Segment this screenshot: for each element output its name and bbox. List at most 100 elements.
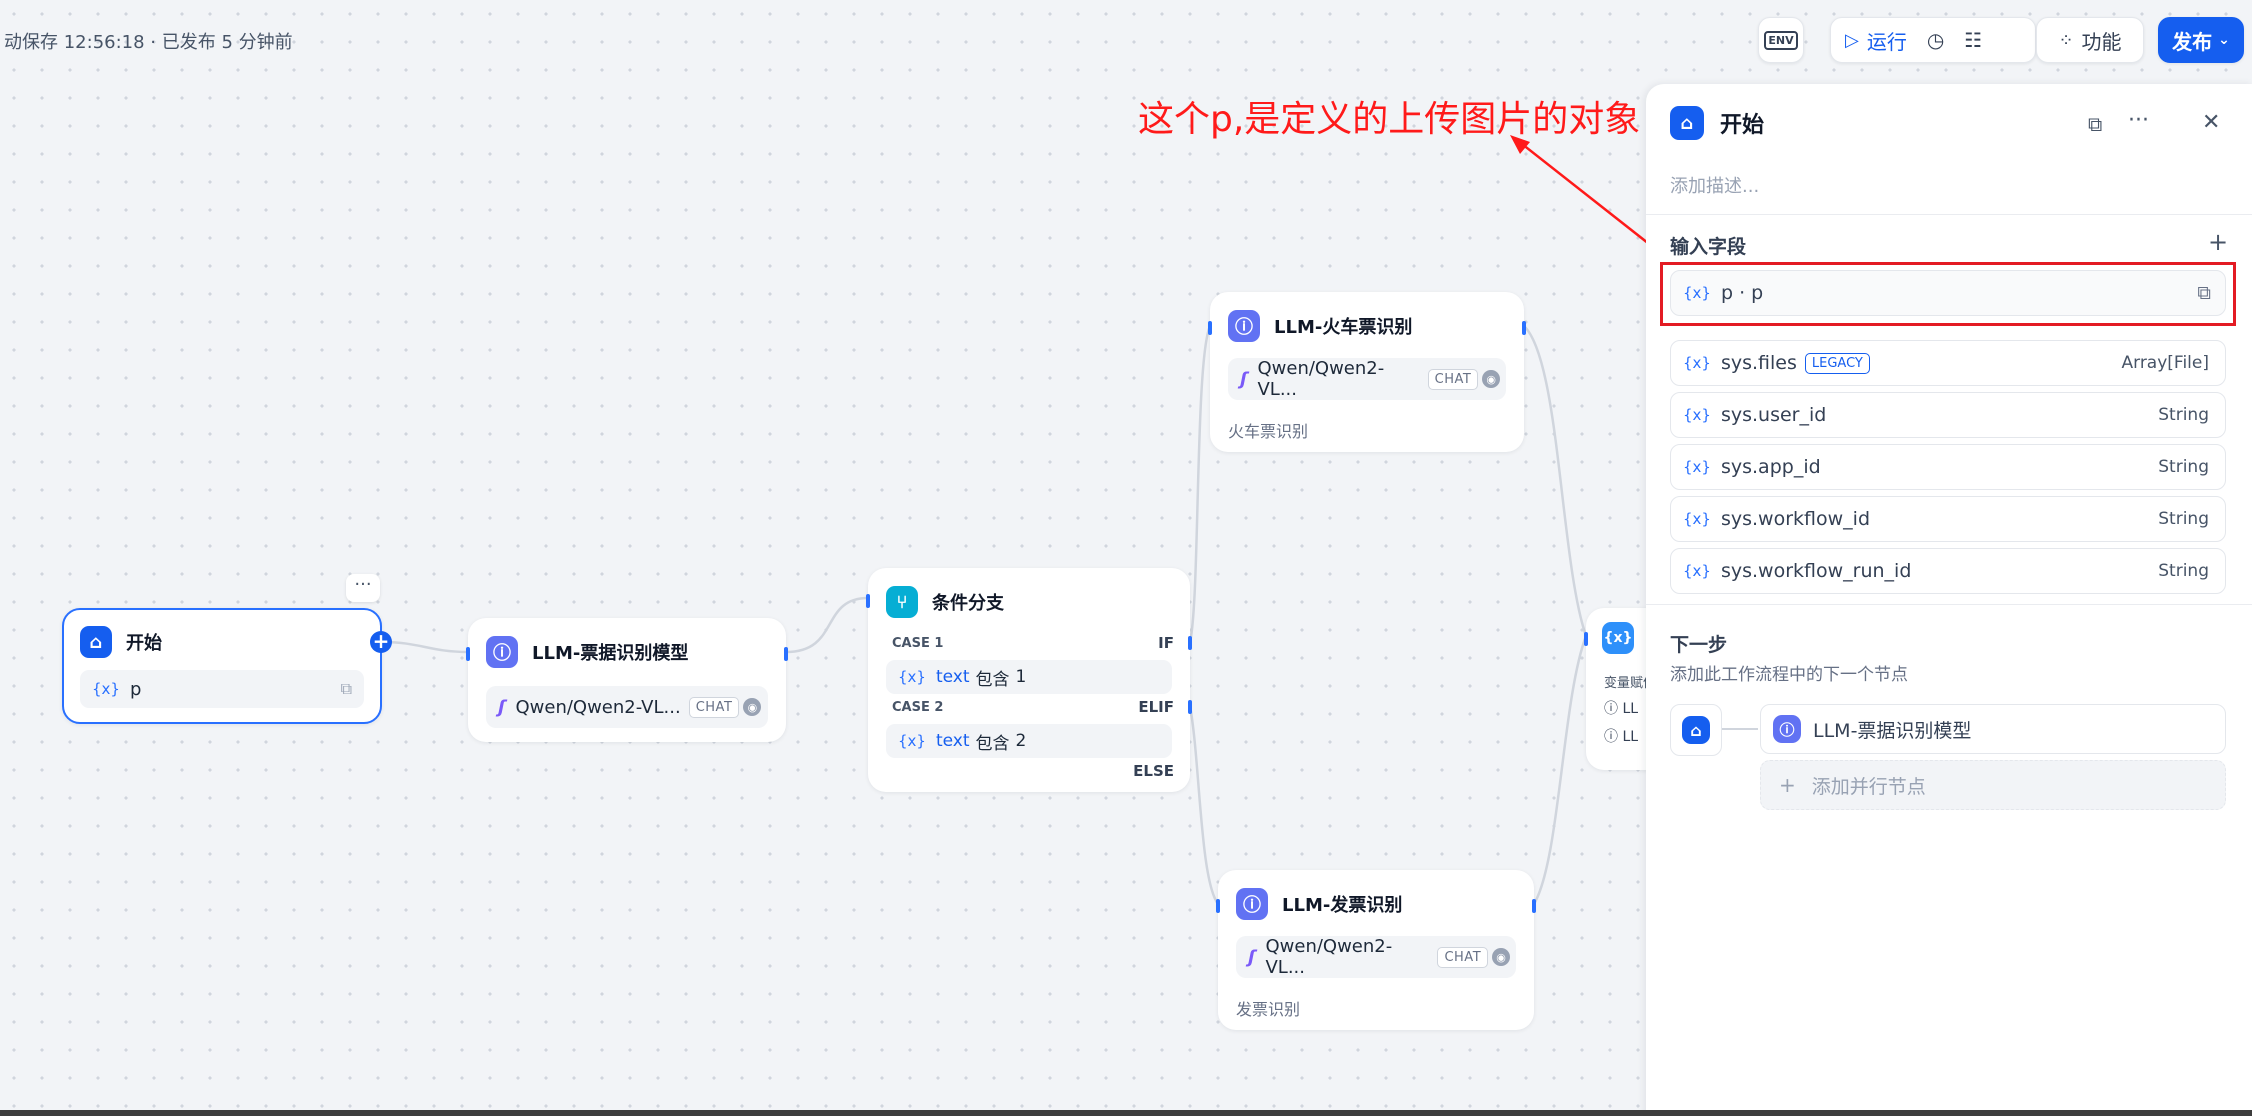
panel-title: 开始 [1720, 113, 1765, 138]
node-description: 发票识别 [1236, 1000, 1301, 1019]
variable-icon: {x} [1683, 458, 1711, 476]
field-type: String [2158, 561, 2209, 581]
model-selector[interactable]: ʃ Qwen/Qwen2-VL... CHAT ◉ [1228, 358, 1506, 400]
node-title: 开始 [126, 633, 162, 654]
more-icon[interactable]: ··· [2128, 108, 2149, 133]
chat-badge: CHAT [1437, 946, 1489, 968]
condition-var: text [935, 667, 970, 687]
field-row[interactable]: {x} p · p ⧉ [1670, 270, 2226, 316]
variable-icon: {x} [898, 732, 926, 750]
field-name: p · p [1720, 282, 1764, 304]
next-step-label: 下一步 [1670, 634, 1728, 656]
model-selector[interactable]: ʃ Qwen/Qwen2-VL... CHAT ◉ [486, 686, 768, 728]
node-handle[interactable] [866, 594, 870, 608]
llm-icon: ⓘ [1604, 729, 1623, 745]
start-node[interactable]: ⌂ 开始 {x} p ⧉ [62, 608, 382, 724]
if-label: IF [1158, 634, 1174, 652]
add-parallel-label: 添加并行节点 [1811, 775, 1926, 798]
condition-value: 1 [1015, 667, 1027, 687]
history-icon[interactable]: ◷ [1927, 28, 1944, 52]
next-step-desc: 添加此工作流程中的下一个节点 [1670, 665, 1908, 685]
llm-icon: ⓘ [1228, 310, 1260, 342]
field-row[interactable]: {x} sys.workflow_id String [1670, 496, 2226, 542]
elif-label: ELIF [1138, 698, 1174, 716]
field-type: String [2158, 405, 2209, 425]
node-handle[interactable] [1584, 632, 1588, 646]
node-title: LLM-票据识别模型 [532, 643, 689, 664]
next-node-name: LLM-票据识别模型 [1813, 719, 1972, 742]
input-fields-label: 输入字段 [1670, 236, 1747, 258]
branch-icon: ⑂ [886, 586, 918, 618]
field-row[interactable]: {x} sys.workflow_run_id String [1670, 548, 2226, 594]
variable-icon: {x} [1683, 354, 1711, 372]
model-name: Qwen/Qwen2-VL... [1257, 358, 1385, 400]
node-handle[interactable] [1216, 899, 1220, 913]
add-node-button[interactable]: + [370, 631, 392, 653]
publish-button[interactable]: 发布 ⌄ [2158, 17, 2244, 63]
condition-value: 2 [1015, 731, 1027, 751]
vision-icon: ◉ [1492, 948, 1510, 966]
field-name: sys.user_id [1720, 404, 1827, 426]
run-toolbar-group: ▷ 运行 ◷ ☷ [1830, 17, 2036, 63]
book-icon[interactable]: ⧉ [2088, 112, 2102, 136]
node-handle[interactable] [1522, 321, 1526, 335]
field-row[interactable]: {x} sys.user_id String [1670, 392, 2226, 438]
variable-icon: {x} [1683, 562, 1711, 580]
home-icon: ⌂ [80, 626, 112, 658]
condition-op: 包含 [975, 733, 1010, 754]
variable-icon: {x} [1683, 284, 1711, 302]
variable-icon: {x} [1683, 510, 1711, 528]
save-status: 动保存 12:56:18 · 已发布 5 分钟前 [4, 32, 293, 53]
condition-row-2: {x} text 包含 2 [886, 724, 1172, 758]
assigner-row: ⓘ LL [1604, 698, 1638, 718]
node-handle[interactable] [466, 647, 470, 661]
checklist-icon[interactable]: ☷ [1964, 28, 1982, 52]
chat-badge: CHAT [688, 696, 740, 718]
features-button[interactable]: ⁘ 功能 [2036, 17, 2144, 63]
case2-label: CASE 2 [892, 700, 944, 715]
field-name: sys.files [1720, 352, 1797, 374]
home-icon: ⌂ [1682, 716, 1710, 744]
copy-icon[interactable]: ⧉ [2197, 282, 2211, 304]
condition-row-1: {x} text 包含 1 [886, 660, 1172, 694]
env-button[interactable]: ENV [1758, 17, 1804, 63]
node-handle[interactable] [1208, 321, 1212, 335]
llm-icon: ⓘ [1604, 701, 1623, 717]
variable-icon: {x} [898, 668, 926, 686]
assigner-row-label: LL [1622, 729, 1639, 745]
node-handle[interactable] [1532, 899, 1536, 913]
llm-icon: ⓘ [486, 636, 518, 668]
divider [1646, 214, 2252, 215]
node-handle[interactable] [1188, 636, 1192, 650]
field-row[interactable]: {x} sys.files LEGACY Array[File] [1670, 340, 2226, 386]
llm-ticket-node[interactable]: ⓘ LLM-票据识别模型 ʃ Qwen/Qwen2-VL... CHAT ◉ [466, 618, 788, 742]
next-connector [1722, 728, 1758, 730]
node-title: 条件分支 [932, 593, 1004, 614]
close-icon[interactable]: ✕ [2202, 110, 2220, 135]
field-type: Array[File] [2121, 353, 2210, 373]
next-node-item[interactable]: ⓘ LLM-票据识别模型 [1760, 704, 2226, 754]
node-handle[interactable] [1188, 700, 1192, 714]
llm-train-node[interactable]: ⓘ LLM-火车票识别 ʃ Qwen/Qwen2-VL... CHAT ◉ 火车… [1208, 292, 1526, 452]
divider [1646, 604, 2252, 605]
condition-op: 包含 [975, 669, 1010, 690]
add-field-icon[interactable]: + [2208, 228, 2228, 256]
llm-invoice-node[interactable]: ⓘ LLM-发票识别 ʃ Qwen/Qwen2-VL... CHAT ◉ 发票识… [1216, 870, 1536, 1030]
chat-badge: CHAT [1427, 368, 1479, 390]
model-provider-icon: ʃ [1240, 368, 1248, 390]
panel-header: ⌂ 开始 [1670, 106, 1764, 140]
run-button[interactable]: ▷ 运行 [1831, 26, 1921, 55]
condition-node[interactable]: ⑂ 条件分支 CASE 1 IF {x} text 包含 1 CASE 2 EL… [866, 568, 1192, 792]
condition-var: text [935, 731, 970, 751]
node-title: LLM-发票识别 [1282, 895, 1403, 916]
else-label: ELSE [1133, 762, 1174, 780]
description-input[interactable]: 添加描述... [1670, 172, 1759, 198]
add-parallel-node-button[interactable]: + 添加并行节点 [1760, 760, 2226, 810]
node-more-button[interactable]: ··· [346, 574, 380, 602]
field-row[interactable]: {x} sys.app_id String [1670, 444, 2226, 490]
variable-name: p [129, 678, 142, 700]
current-node-chip: ⌂ [1670, 704, 1722, 756]
node-handle[interactable] [784, 647, 788, 661]
vision-icon: ◉ [743, 698, 762, 716]
model-selector[interactable]: ʃ Qwen/Qwen2-VL... CHAT ◉ [1236, 936, 1516, 978]
